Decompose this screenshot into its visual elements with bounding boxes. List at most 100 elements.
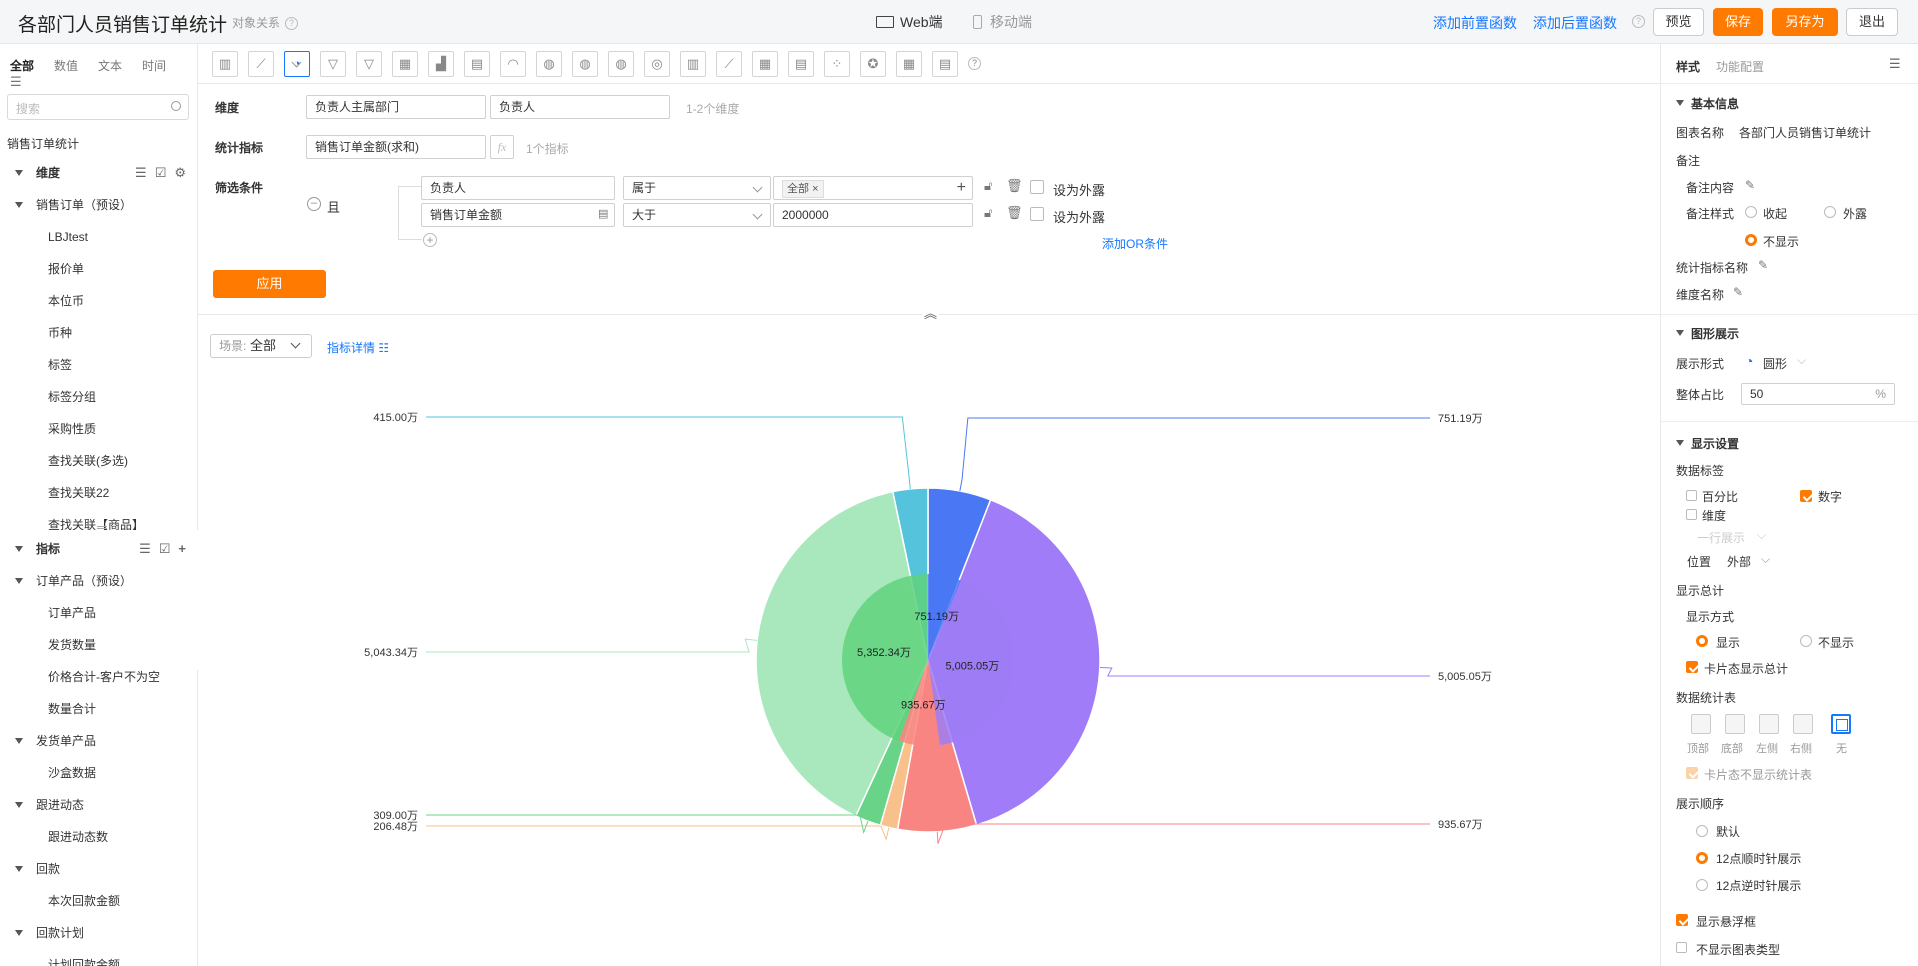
caret-down-icon[interactable] — [15, 546, 23, 552]
table-icon[interactable]: ▦ — [392, 51, 418, 77]
tree-item[interactable]: 数量合计 — [0, 693, 198, 725]
checklist-icon[interactable]: ☑ — [159, 541, 171, 556]
radio-hide-total[interactable] — [1800, 635, 1812, 647]
add-icon[interactable]: + — [957, 177, 966, 199]
scene-select[interactable]: 场景: 全部 — [210, 334, 312, 358]
tree-item[interactable]: 查找关联22 — [0, 477, 198, 509]
save-as-button[interactable]: 另存为 — [1772, 8, 1838, 36]
stats-left-icon[interactable] — [1759, 714, 1779, 734]
caret-down-icon[interactable] — [1676, 440, 1684, 446]
filter-op-1[interactable]: 属于 — [623, 176, 771, 200]
add-post-function-link[interactable]: 添加后置函数 — [1533, 13, 1617, 33]
stats-bottom-icon[interactable] — [1725, 714, 1745, 734]
caret-down-icon[interactable] — [15, 866, 23, 872]
add-icon[interactable]: + — [178, 541, 186, 556]
tab-number[interactable]: 数值 — [54, 59, 78, 73]
filter-field-1[interactable]: 负责人 — [421, 176, 615, 200]
edit-icon[interactable]: ✎ — [1733, 285, 1743, 299]
tab-mobile[interactable]: 移动端 — [973, 12, 1032, 32]
stacked-bar-icon[interactable]: ▥ — [680, 51, 706, 77]
checkbox-card-total[interactable] — [1686, 661, 1698, 673]
caret-down-icon[interactable] — [15, 930, 23, 936]
tree-item[interactable]: 报价单 — [0, 253, 198, 285]
delete-icon[interactable]: 🗑︎ — [1006, 205, 1023, 221]
target-icon[interactable]: ◎ — [644, 51, 670, 77]
edit-icon[interactable]: ✎ — [1758, 258, 1768, 272]
dimension-field-2[interactable]: 负责人 — [490, 95, 670, 119]
field-picker-icon[interactable]: ▤ — [598, 207, 608, 220]
help-icon[interactable]: ? — [1632, 15, 1645, 28]
filter-value-2[interactable]: 2000000 — [773, 203, 973, 227]
stats-right-icon[interactable] — [1793, 714, 1813, 734]
scatter-icon[interactable]: ⁘ — [824, 51, 850, 77]
search-icon[interactable] — [171, 101, 181, 111]
formula-button[interactable]: fx — [490, 135, 514, 159]
caret-down-icon[interactable] — [15, 170, 23, 176]
tree-table-icon[interactable]: ▤ — [932, 51, 958, 77]
caret-down-icon[interactable] — [1676, 330, 1684, 336]
caret-down-icon[interactable] — [15, 802, 23, 808]
tree-item[interactable]: 本次回款金额 — [0, 885, 198, 917]
caret-down-icon[interactable] — [15, 202, 23, 208]
tag-close-icon[interactable]: × — [812, 183, 818, 195]
expose-checkbox-2[interactable] — [1030, 207, 1044, 221]
preview-button[interactable]: 预览 — [1653, 8, 1704, 36]
resize-handle[interactable] — [97, 526, 107, 529]
tree-item[interactable]: 价格合计-客户不为空 — [0, 661, 198, 693]
filter-field-2[interactable]: 销售订单金额 — [421, 203, 615, 227]
tab-text[interactable]: 文本 — [98, 59, 122, 73]
lock-icon[interactable]: 🔓︎ — [984, 178, 992, 194]
pie-chart-icon[interactable]: ◔ — [284, 51, 310, 77]
caret-down-icon[interactable] — [15, 738, 23, 744]
delete-icon[interactable]: 🗑︎ — [1006, 178, 1023, 194]
checkbox-tooltip[interactable] — [1676, 914, 1688, 926]
tree-group[interactable]: 销售订单（预设） — [0, 189, 198, 221]
map-bubble-icon[interactable]: ◍ — [572, 51, 598, 77]
radio-order-ccw[interactable] — [1696, 879, 1708, 891]
dimension-field-1[interactable]: 负责人主属部门 — [306, 95, 486, 119]
tree-item[interactable]: 标签分组 — [0, 381, 198, 413]
minus-circle-icon[interactable]: – — [307, 197, 321, 211]
radio-exposed[interactable] — [1824, 206, 1836, 218]
settings-icon[interactable]: ⚙ — [174, 165, 186, 180]
combo-chart-icon[interactable]: ▟ — [428, 51, 454, 77]
tree-item[interactable]: 计划回款金额 — [0, 949, 198, 966]
lock-icon[interactable]: 🔓︎ — [984, 205, 992, 221]
checkbox-card-no-table[interactable] — [1686, 767, 1698, 779]
oneline-select[interactable]: 一行展示 — [1697, 529, 1745, 546]
funnel-icon[interactable]: ▽ — [320, 51, 346, 77]
apply-button[interactable]: 应用 — [213, 270, 326, 298]
tree-group[interactable]: 订单产品（预设） — [0, 565, 198, 597]
pivot-icon[interactable]: ▦ — [752, 51, 778, 77]
edit-icon[interactable]: ✎ — [1745, 178, 1755, 192]
stats-top-icon[interactable] — [1691, 714, 1711, 734]
indent-icon[interactable]: ☰ — [139, 541, 151, 556]
pivot-table-icon[interactable]: ▤ — [788, 51, 814, 77]
indent-icon[interactable]: ☰ — [135, 165, 147, 180]
help-icon[interactable]: ? — [968, 57, 981, 70]
tree-item[interactable]: 发货数量 — [0, 629, 198, 661]
gauge-icon[interactable]: ◠ — [500, 51, 526, 77]
add-pre-function-link[interactable]: 添加前置函数 — [1433, 13, 1517, 33]
card-icon[interactable]: ▤ — [464, 51, 490, 77]
add-condition-icon[interactable]: + — [423, 233, 437, 247]
radio-show-total[interactable] — [1696, 635, 1708, 647]
checkbox-dimension[interactable] — [1686, 509, 1697, 520]
map-heat-icon[interactable]: ◍ — [608, 51, 634, 77]
tree-item[interactable]: 本位币 — [0, 285, 198, 317]
metric-section-head[interactable]: 指标 ☰ ☑ + — [0, 533, 198, 565]
checkbox-no-type[interactable] — [1676, 942, 1687, 953]
tree-item[interactable]: 订单产品 — [0, 597, 198, 629]
checkbox-number[interactable] — [1800, 490, 1812, 502]
tree-group[interactable]: 回款计划 — [0, 917, 198, 949]
ratio-input[interactable]: 50% — [1741, 383, 1895, 405]
list-toggle-icon[interactable]: ☰ — [10, 74, 22, 89]
area-chart-icon[interactable]: ⟋ — [716, 51, 742, 77]
radar-icon[interactable]: ✪ — [860, 51, 886, 77]
tab-style[interactable]: 样式 — [1676, 58, 1700, 75]
tab-function[interactable]: 功能配置 — [1716, 58, 1764, 75]
tree-item[interactable]: 沙盒数据 — [0, 757, 198, 789]
filter-value-1[interactable]: 全部 × + — [773, 176, 973, 200]
tree-item[interactable]: LBJtest — [0, 221, 198, 253]
save-button[interactable]: 保存 — [1713, 8, 1763, 36]
